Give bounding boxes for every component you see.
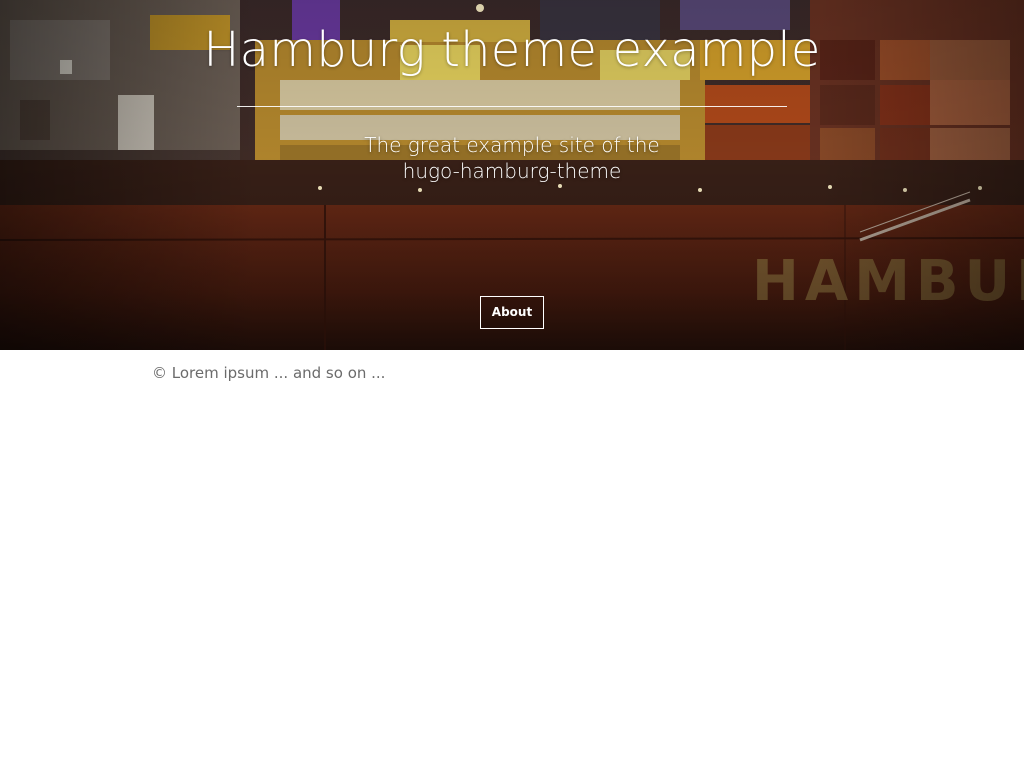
site-subtitle: The great example site of the hugo-hambu…	[364, 133, 660, 183]
hero-header: HAMBURG Hamburg theme example The great …	[0, 0, 1024, 350]
nav-link-about[interactable]: About	[479, 296, 545, 329]
title-divider	[237, 106, 787, 107]
main-nav: About	[0, 296, 1024, 329]
footer-copyright: © Lorem ipsum ... and so on ...	[152, 364, 386, 382]
site-title: Hamburg theme example	[203, 22, 821, 78]
